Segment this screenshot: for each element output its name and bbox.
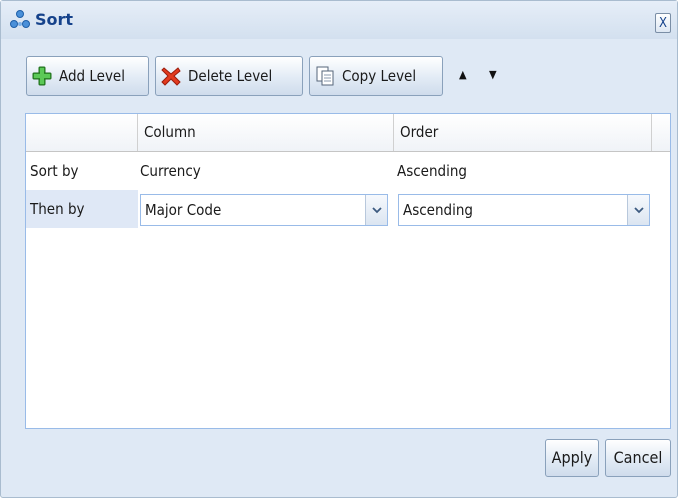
grid-header: Column Order (26, 114, 670, 152)
order-select[interactable]: Ascending (398, 194, 650, 226)
dialog-footer: Apply Cancel (1, 439, 677, 489)
row-label: Sort by (30, 162, 79, 180)
copy-level-label: Copy Level (342, 67, 417, 85)
order-cell[interactable]: Ascending (394, 152, 652, 190)
sort-levels-grid: Column Order Sort by Currency Ascending … (25, 113, 671, 429)
column-select[interactable]: Major Code (140, 194, 388, 226)
copy-level-button[interactable]: Copy Level (309, 56, 443, 96)
move-up-icon[interactable]: ▲ (459, 68, 467, 81)
header-spacer (652, 114, 670, 151)
move-down-icon[interactable]: ▼ (489, 68, 497, 81)
delete-x-icon (161, 67, 181, 86)
apply-button[interactable]: Apply (545, 439, 599, 477)
column-select-value: Major Code (145, 201, 222, 219)
sort-dialog: Sort X Add Level Delete Level Copy Level… (0, 0, 678, 498)
chevron-down-icon[interactable] (365, 195, 387, 225)
toolbar: Add Level Delete Level Copy Level ▲ ▼ (1, 56, 677, 98)
header-column[interactable]: Column (138, 114, 394, 151)
delete-level-label: Delete Level (188, 67, 273, 85)
column-cell[interactable]: Currency (138, 152, 394, 190)
row-label: Then by (26, 190, 138, 228)
cancel-button[interactable]: Cancel (605, 439, 671, 477)
chevron-down-icon[interactable] (627, 195, 649, 225)
add-level-button[interactable]: Add Level (26, 56, 149, 96)
add-level-label: Add Level (59, 67, 125, 85)
order-select-value: Ascending (403, 201, 473, 219)
copy-icon (316, 66, 334, 86)
header-order[interactable]: Order (394, 114, 652, 151)
title-bar[interactable]: Sort X (1, 1, 677, 39)
table-row[interactable]: Sort by Currency Ascending (26, 152, 652, 190)
sort-icon (10, 10, 30, 28)
dialog-title: Sort (35, 10, 74, 29)
table-row[interactable]: Then by Major Code Ascending (26, 190, 652, 228)
plus-icon (32, 66, 52, 86)
close-button[interactable]: X (655, 13, 671, 33)
delete-level-button[interactable]: Delete Level (155, 56, 303, 96)
header-label (26, 114, 138, 151)
